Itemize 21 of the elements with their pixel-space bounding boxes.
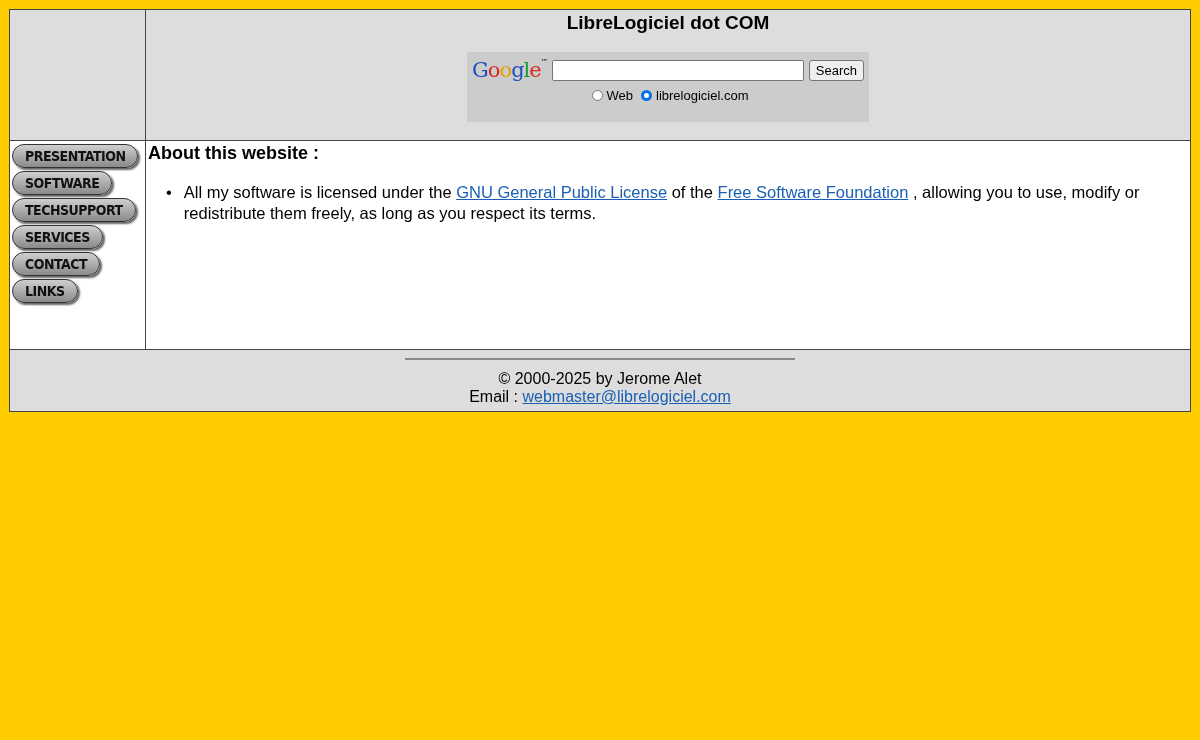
text-link[interactable]: GNU General Public License (456, 183, 668, 201)
radio-button[interactable] (641, 90, 652, 101)
nav-button[interactable]: PRESENTATION (12, 144, 139, 168)
site-title: LibreLogiciel dot COM (566, 12, 770, 34)
bullet: • (166, 182, 172, 203)
nav-button[interactable]: SOFTWARE (12, 171, 113, 195)
list-item: All my software is licensed under the GNU General Public License of the Free Software Foundation , allowing you to use, modify or redistribute them freely, as long as you respect its terms. (183, 182, 1141, 224)
radio-button[interactable] (591, 90, 603, 101)
copyright-text: © 2000-2025 by Jerome Alet (498, 370, 702, 388)
radio-label: librelogiciel.com (656, 88, 749, 103)
search-field[interactable] (551, 59, 804, 81)
email-label: Email : (469, 388, 519, 405)
search-button[interactable]: Search (808, 59, 864, 81)
nav-button[interactable]: TECHSUPPORT (12, 198, 136, 222)
nav-button[interactable]: CONTACT (12, 252, 101, 276)
nav-button[interactable]: LINKS (12, 279, 78, 303)
section-heading: About this website : (148, 143, 320, 164)
text-link[interactable]: Free Software Foundation (717, 183, 909, 201)
radio-label: Web (606, 88, 633, 103)
nav-button[interactable]: SERVICES (12, 225, 103, 249)
email-link[interactable]: webmaster@librelogiciel.com (522, 388, 731, 405)
